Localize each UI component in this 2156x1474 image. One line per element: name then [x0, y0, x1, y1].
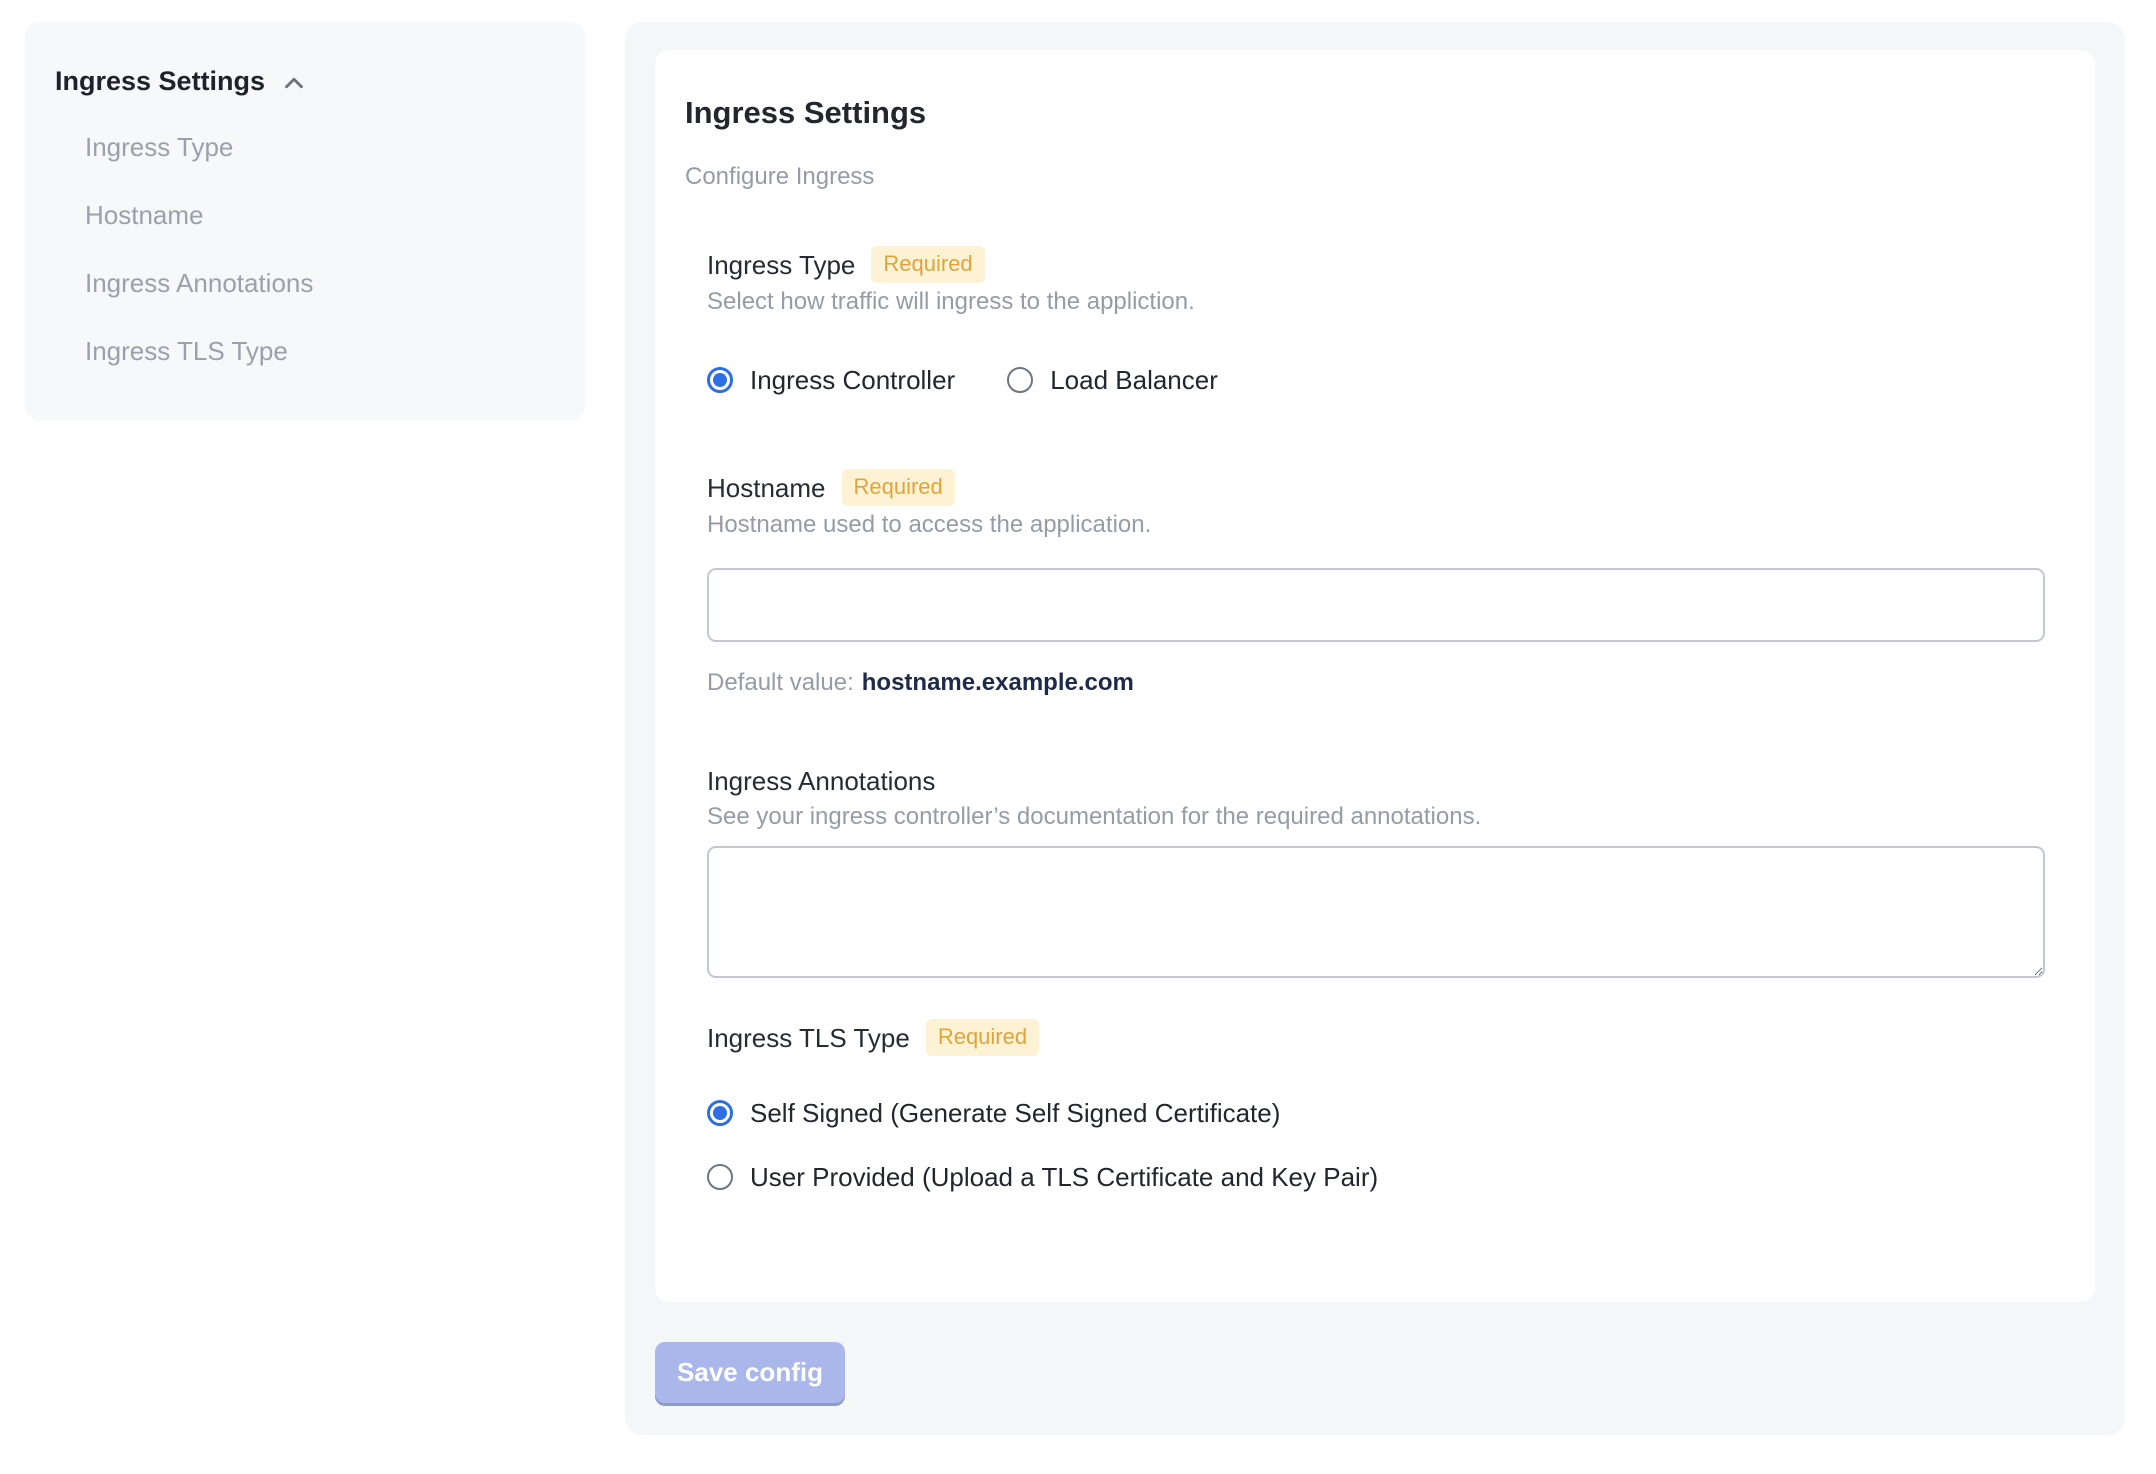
- sidebar-item-hostname[interactable]: Hostname: [85, 198, 555, 232]
- form-sections: Ingress Type Required Select how traffic…: [707, 246, 2045, 1194]
- ingress-tls-type-label: Ingress TLS Type: [707, 1022, 910, 1053]
- hostname-input[interactable]: [707, 568, 2045, 642]
- page-title: Ingress Settings: [685, 95, 927, 130]
- ingress-annotations-label: Ingress Annotations: [707, 766, 936, 796]
- required-badge: Required: [925, 1019, 1040, 1056]
- required-badge: Required: [841, 469, 955, 506]
- ingress-tls-type-section: Ingress TLS Type Required Self Signed (G…: [707, 1019, 2045, 1194]
- ingress-type-description: Select how traffic will ingress to the a…: [707, 288, 1195, 315]
- ingress-type-section: Ingress Type Required Select how traffic…: [707, 246, 2045, 397]
- required-badge: Required: [871, 246, 985, 283]
- radio-label: Ingress Controller: [750, 365, 956, 395]
- sidebar-section-title: Ingress Settings: [55, 66, 266, 96]
- radio-label: Load Balancer: [1050, 365, 1218, 395]
- hostname-default-line: Default value: hostname.example.com: [707, 668, 2045, 698]
- ingress-settings-sidebar: Ingress Settings Ingress Type Hostname I…: [25, 22, 585, 420]
- hostname-description: Hostname used to access the application.: [707, 511, 1152, 538]
- ingress-settings-card: Ingress Settings Configure Ingress Ingre…: [655, 50, 2095, 1302]
- radio-label: Self Signed (Generate Self Signed Certif…: [750, 1098, 1281, 1128]
- sidebar-item-ingress-type[interactable]: Ingress Type: [85, 130, 555, 164]
- radio-selected-icon[interactable]: [707, 367, 733, 393]
- radio-option-load-balancer[interactable]: Load Balancer: [1007, 363, 1218, 397]
- hostname-label: Hostname: [707, 472, 826, 503]
- sidebar-item-ingress-tls-type[interactable]: Ingress TLS Type: [85, 334, 555, 368]
- radio-option-self-signed[interactable]: Self Signed (Generate Self Signed Certif…: [707, 1096, 2045, 1130]
- ingress-type-radio-group: Ingress Controller Load Balancer: [707, 363, 2045, 397]
- radio-label: User Provided (Upload a TLS Certificate …: [750, 1162, 1379, 1192]
- save-config-button[interactable]: Save config: [655, 1342, 845, 1403]
- sidebar-section-toggle[interactable]: Ingress Settings: [55, 64, 555, 98]
- ingress-annotations-description: See your ingress controller’s documentat…: [707, 803, 1482, 830]
- hostname-section: Hostname Required Hostname used to acces…: [707, 469, 2045, 698]
- chevron-up-icon: [279, 68, 309, 98]
- default-value-label: Default value:: [707, 669, 854, 696]
- radio-unselected-icon[interactable]: [707, 1164, 733, 1190]
- sidebar-item-list: Ingress Type Hostname Ingress Annotation…: [85, 130, 555, 368]
- radio-option-user-provided[interactable]: User Provided (Upload a TLS Certificate …: [707, 1160, 2045, 1194]
- radio-option-ingress-controller[interactable]: Ingress Controller: [707, 363, 955, 397]
- ingress-annotations-textarea[interactable]: [707, 846, 2045, 978]
- ingress-settings-panel: Ingress Settings Configure Ingress Ingre…: [625, 22, 2125, 1435]
- default-value-text: hostname.example.com: [861, 669, 1134, 696]
- ingress-tls-type-radio-group: Self Signed (Generate Self Signed Certif…: [707, 1096, 2045, 1194]
- ingress-type-label: Ingress Type: [707, 249, 856, 280]
- page-subtitle: Configure Ingress: [685, 163, 875, 190]
- radio-unselected-icon[interactable]: [1007, 367, 1034, 393]
- sidebar-item-ingress-annotations[interactable]: Ingress Annotations: [85, 266, 555, 300]
- radio-selected-icon[interactable]: [707, 1100, 733, 1126]
- ingress-annotations-section: Ingress Annotations See your ingress con…: [707, 764, 2045, 978]
